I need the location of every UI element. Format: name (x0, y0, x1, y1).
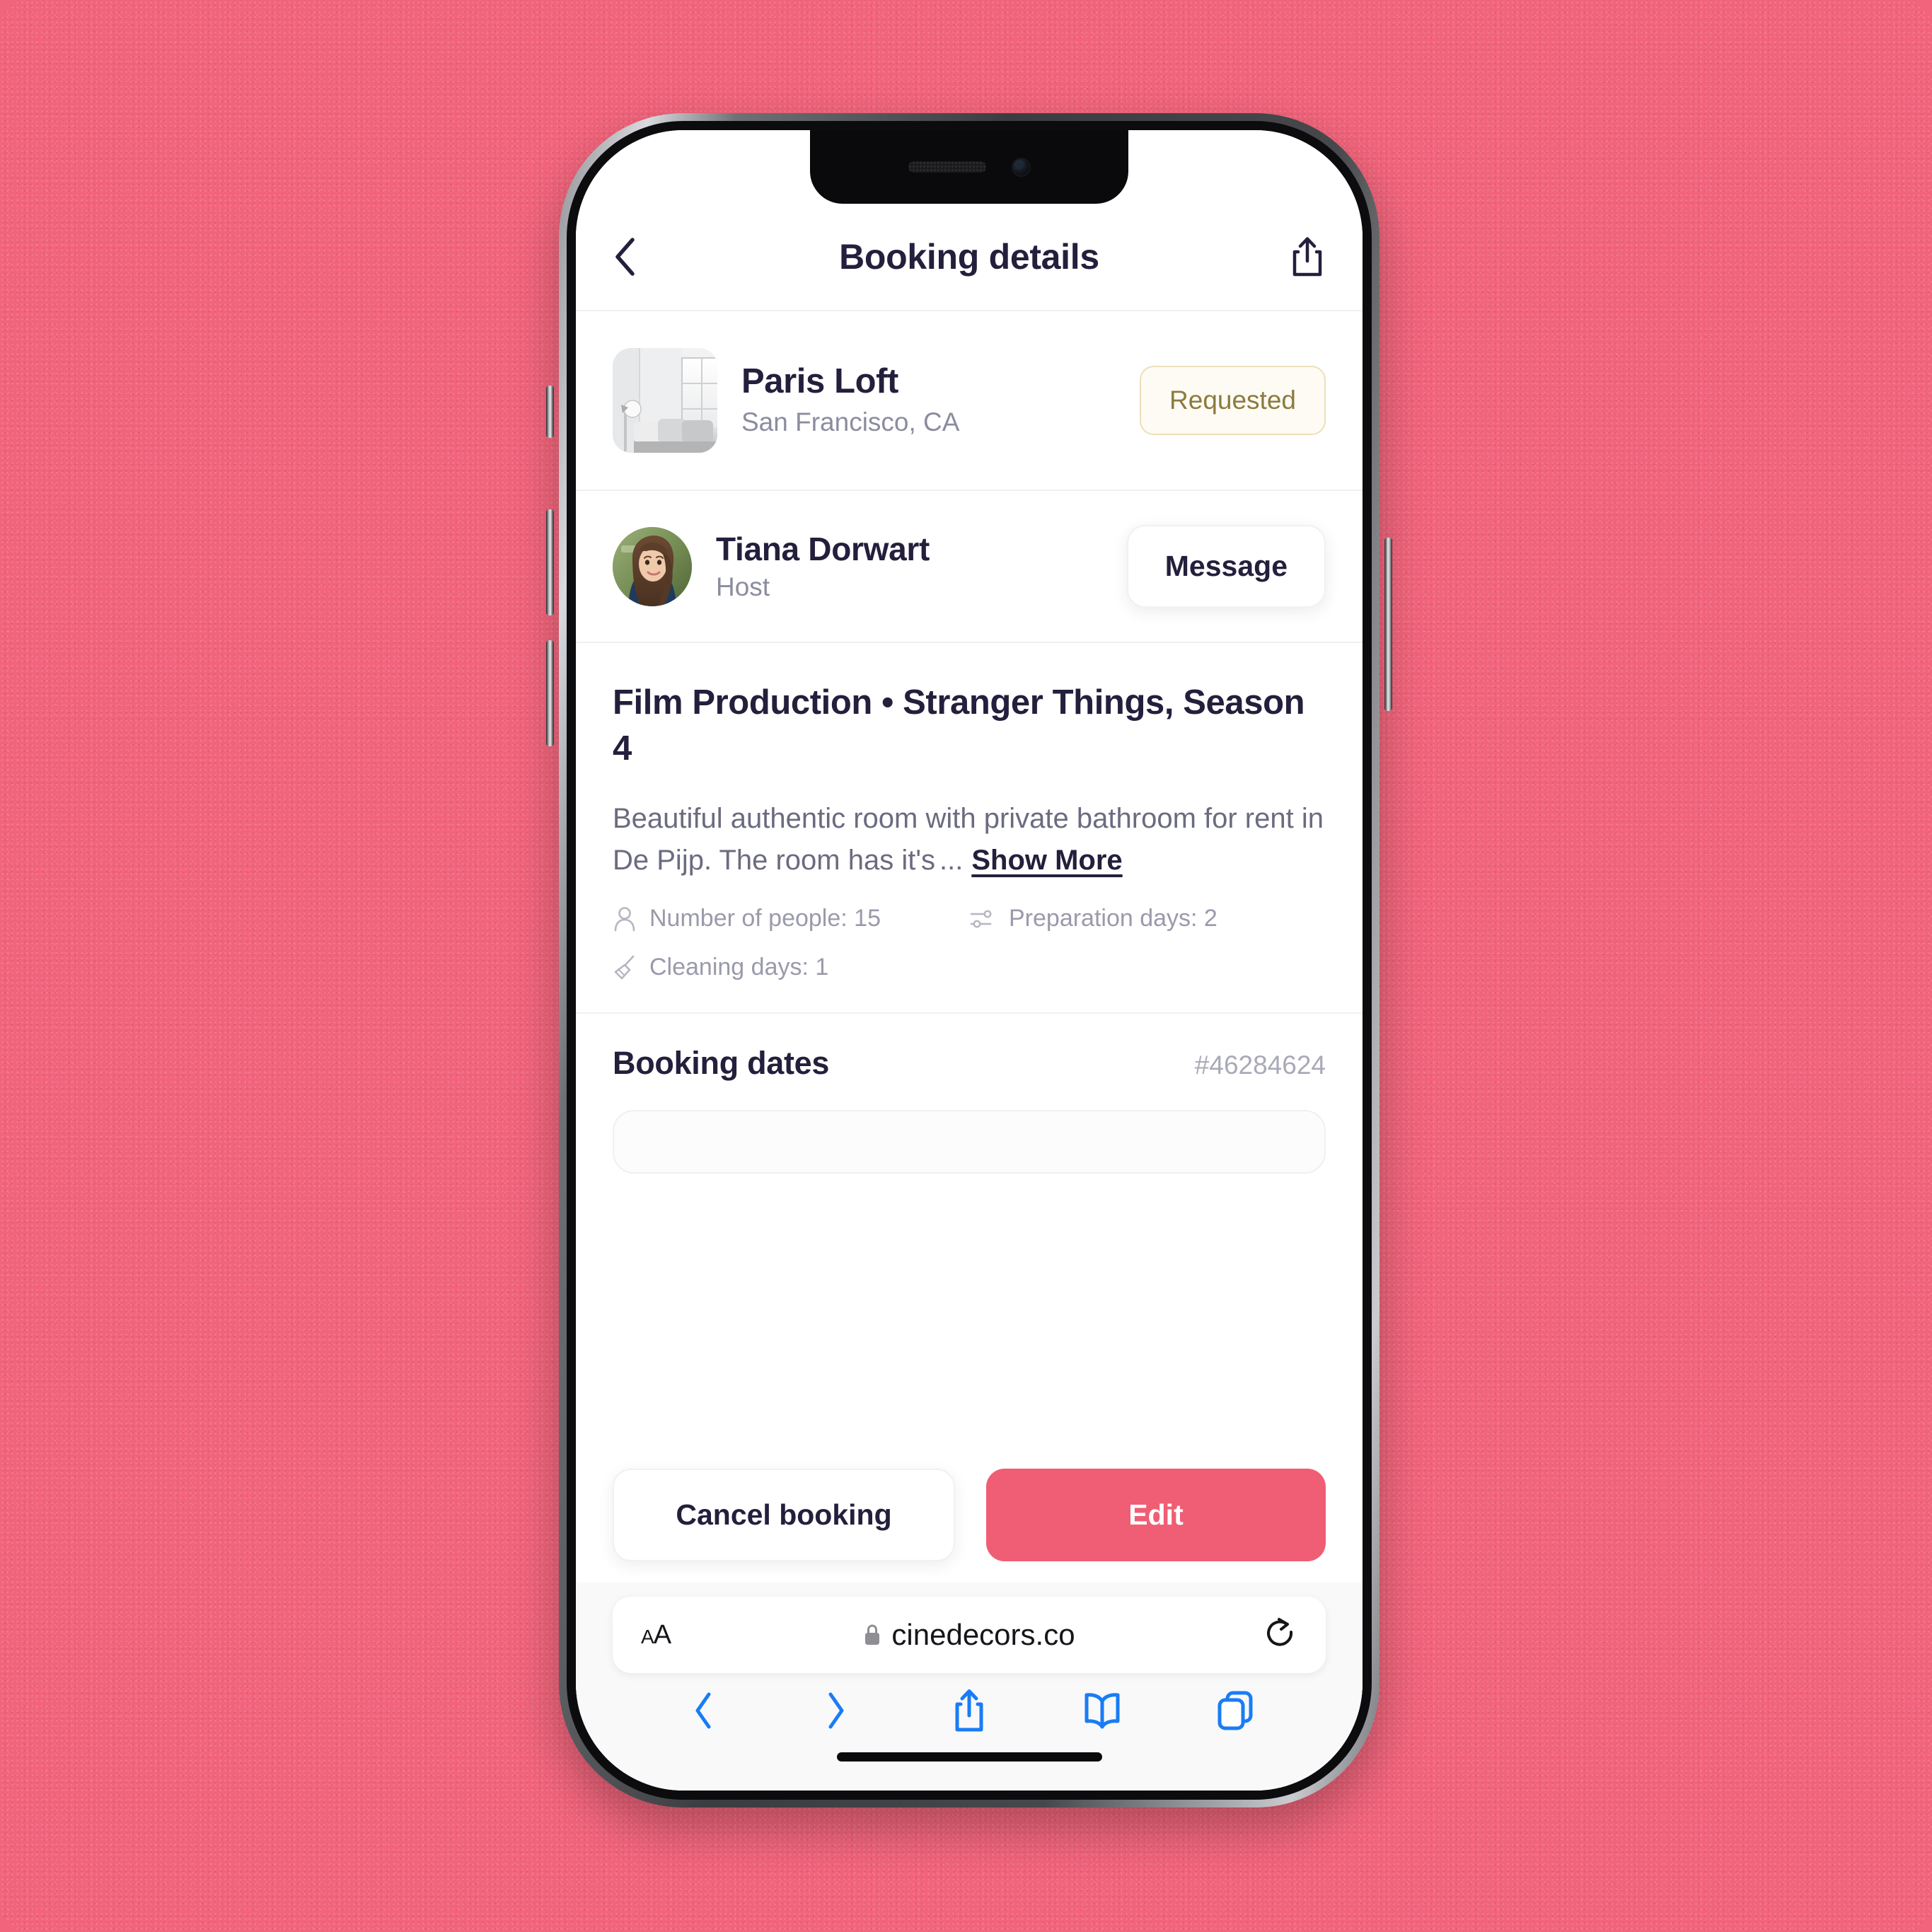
cancel-booking-button[interactable]: Cancel booking (613, 1469, 955, 1561)
app-viewport: Booking details Paris Loft San Francisco… (576, 130, 1363, 1791)
meta-label: Preparation days: 2 (1009, 905, 1217, 932)
host-role: Host (716, 572, 770, 601)
host-name: Tiana Dorwart (716, 531, 930, 568)
meta-item-cleaning: Cleaning days: 1 (613, 954, 1326, 981)
host-text-block: Tiana Dorwart Host (716, 531, 1103, 602)
safari-browser-chrome: AA cinedecors.co (576, 1583, 1363, 1791)
production-details-block: Film Production • Stranger Things, Seaso… (576, 643, 1363, 1012)
reload-button[interactable] (1263, 1616, 1297, 1653)
phone-bezel: Booking details Paris Loft San Francisco… (567, 121, 1372, 1800)
text-size-small-a: A (641, 1625, 654, 1648)
message-button[interactable]: Message (1126, 525, 1326, 608)
booking-dates-header: Booking dates #46284624 (613, 1045, 1326, 1082)
booking-dates-title: Booking dates (613, 1045, 830, 1082)
production-meta-grid: Number of people: 15 Preparation days: 2 (613, 905, 1326, 981)
url-display: cinedecors.co (613, 1618, 1326, 1652)
action-bar: Cancel booking Edit (576, 1443, 1363, 1583)
share-icon (955, 1689, 983, 1732)
meta-label: Cleaning days: 1 (649, 954, 829, 981)
host-row: Tiana Dorwart Host Message (576, 491, 1363, 642)
meta-label: Number of people: 15 (649, 905, 881, 932)
browser-forward-button[interactable] (770, 1689, 903, 1733)
avatar[interactable] (613, 526, 692, 606)
phone-screen: Booking details Paris Loft San Francisco… (576, 130, 1363, 1791)
meta-item-people: Number of people: 15 (613, 905, 969, 932)
booking-dates-block: Booking dates #46284624 (576, 1014, 1363, 1174)
speaker-grille-icon (908, 161, 986, 173)
mute-switch-button[interactable] (546, 386, 554, 438)
volume-up-button[interactable] (546, 509, 554, 615)
page-title: Booking details (839, 237, 1099, 277)
property-location: San Francisco, CA (741, 407, 960, 437)
host-avatar-photo (613, 526, 692, 606)
browser-share-button[interactable] (903, 1687, 1036, 1734)
chevron-left-icon (615, 238, 635, 276)
url-text: cinedecors.co (891, 1618, 1075, 1651)
show-more-link[interactable]: Show More (971, 845, 1122, 876)
property-name: Paris Loft (741, 362, 898, 401)
reload-icon (1267, 1618, 1293, 1646)
booking-date-card[interactable] (613, 1110, 1326, 1174)
content-scroll-area[interactable]: Paris Loft San Francisco, CA Requested T… (576, 311, 1363, 1583)
back-button[interactable] (613, 237, 662, 277)
volume-down-button[interactable] (546, 640, 554, 746)
property-thumbnail (613, 348, 717, 453)
front-camera-icon (1011, 157, 1031, 177)
room-photo-illustration (613, 348, 717, 453)
back-icon (695, 1692, 711, 1729)
safari-toolbar (576, 1683, 1363, 1744)
description-ellipsis: ... (939, 844, 964, 876)
status-badge: Requested (1140, 366, 1326, 435)
browser-tabs-button[interactable] (1169, 1689, 1302, 1733)
edit-button[interactable]: Edit (986, 1469, 1326, 1561)
lock-icon (865, 1624, 880, 1645)
bookmarks-icon (1084, 1693, 1120, 1729)
booking-id: #46284624 (1194, 1051, 1326, 1080)
production-description: Beautiful authentic room with private ba… (613, 798, 1326, 881)
power-button[interactable] (1384, 538, 1392, 711)
device-notch (810, 130, 1128, 204)
iphone-device-frame: Booking details Paris Loft San Francisco… (546, 113, 1392, 1807)
url-bar[interactable]: AA cinedecors.co (613, 1597, 1326, 1673)
text-size-button[interactable]: AA (641, 1620, 671, 1650)
home-indicator-area (576, 1744, 1363, 1788)
text-size-large-a: A (653, 1619, 671, 1650)
share-icon (1292, 237, 1322, 277)
production-title: Film Production • Stranger Things, Seaso… (613, 683, 1305, 768)
browser-bookmarks-button[interactable] (1036, 1690, 1169, 1731)
meta-item-preparation: Preparation days: 2 (969, 905, 1326, 932)
person-icon (614, 906, 635, 931)
sliders-icon (970, 910, 992, 928)
broom-icon (614, 955, 635, 979)
share-button[interactable] (1276, 236, 1326, 278)
browser-back-button[interactable] (637, 1689, 770, 1733)
home-indicator (836, 1752, 1102, 1762)
property-text-block: Paris Loft San Francisco, CA (741, 362, 1116, 438)
navigation-bar: Booking details (576, 204, 1363, 311)
forward-icon (828, 1692, 844, 1729)
property-summary-row[interactable]: Paris Loft San Francisco, CA Requested (576, 311, 1363, 490)
tabs-icon (1217, 1691, 1253, 1730)
